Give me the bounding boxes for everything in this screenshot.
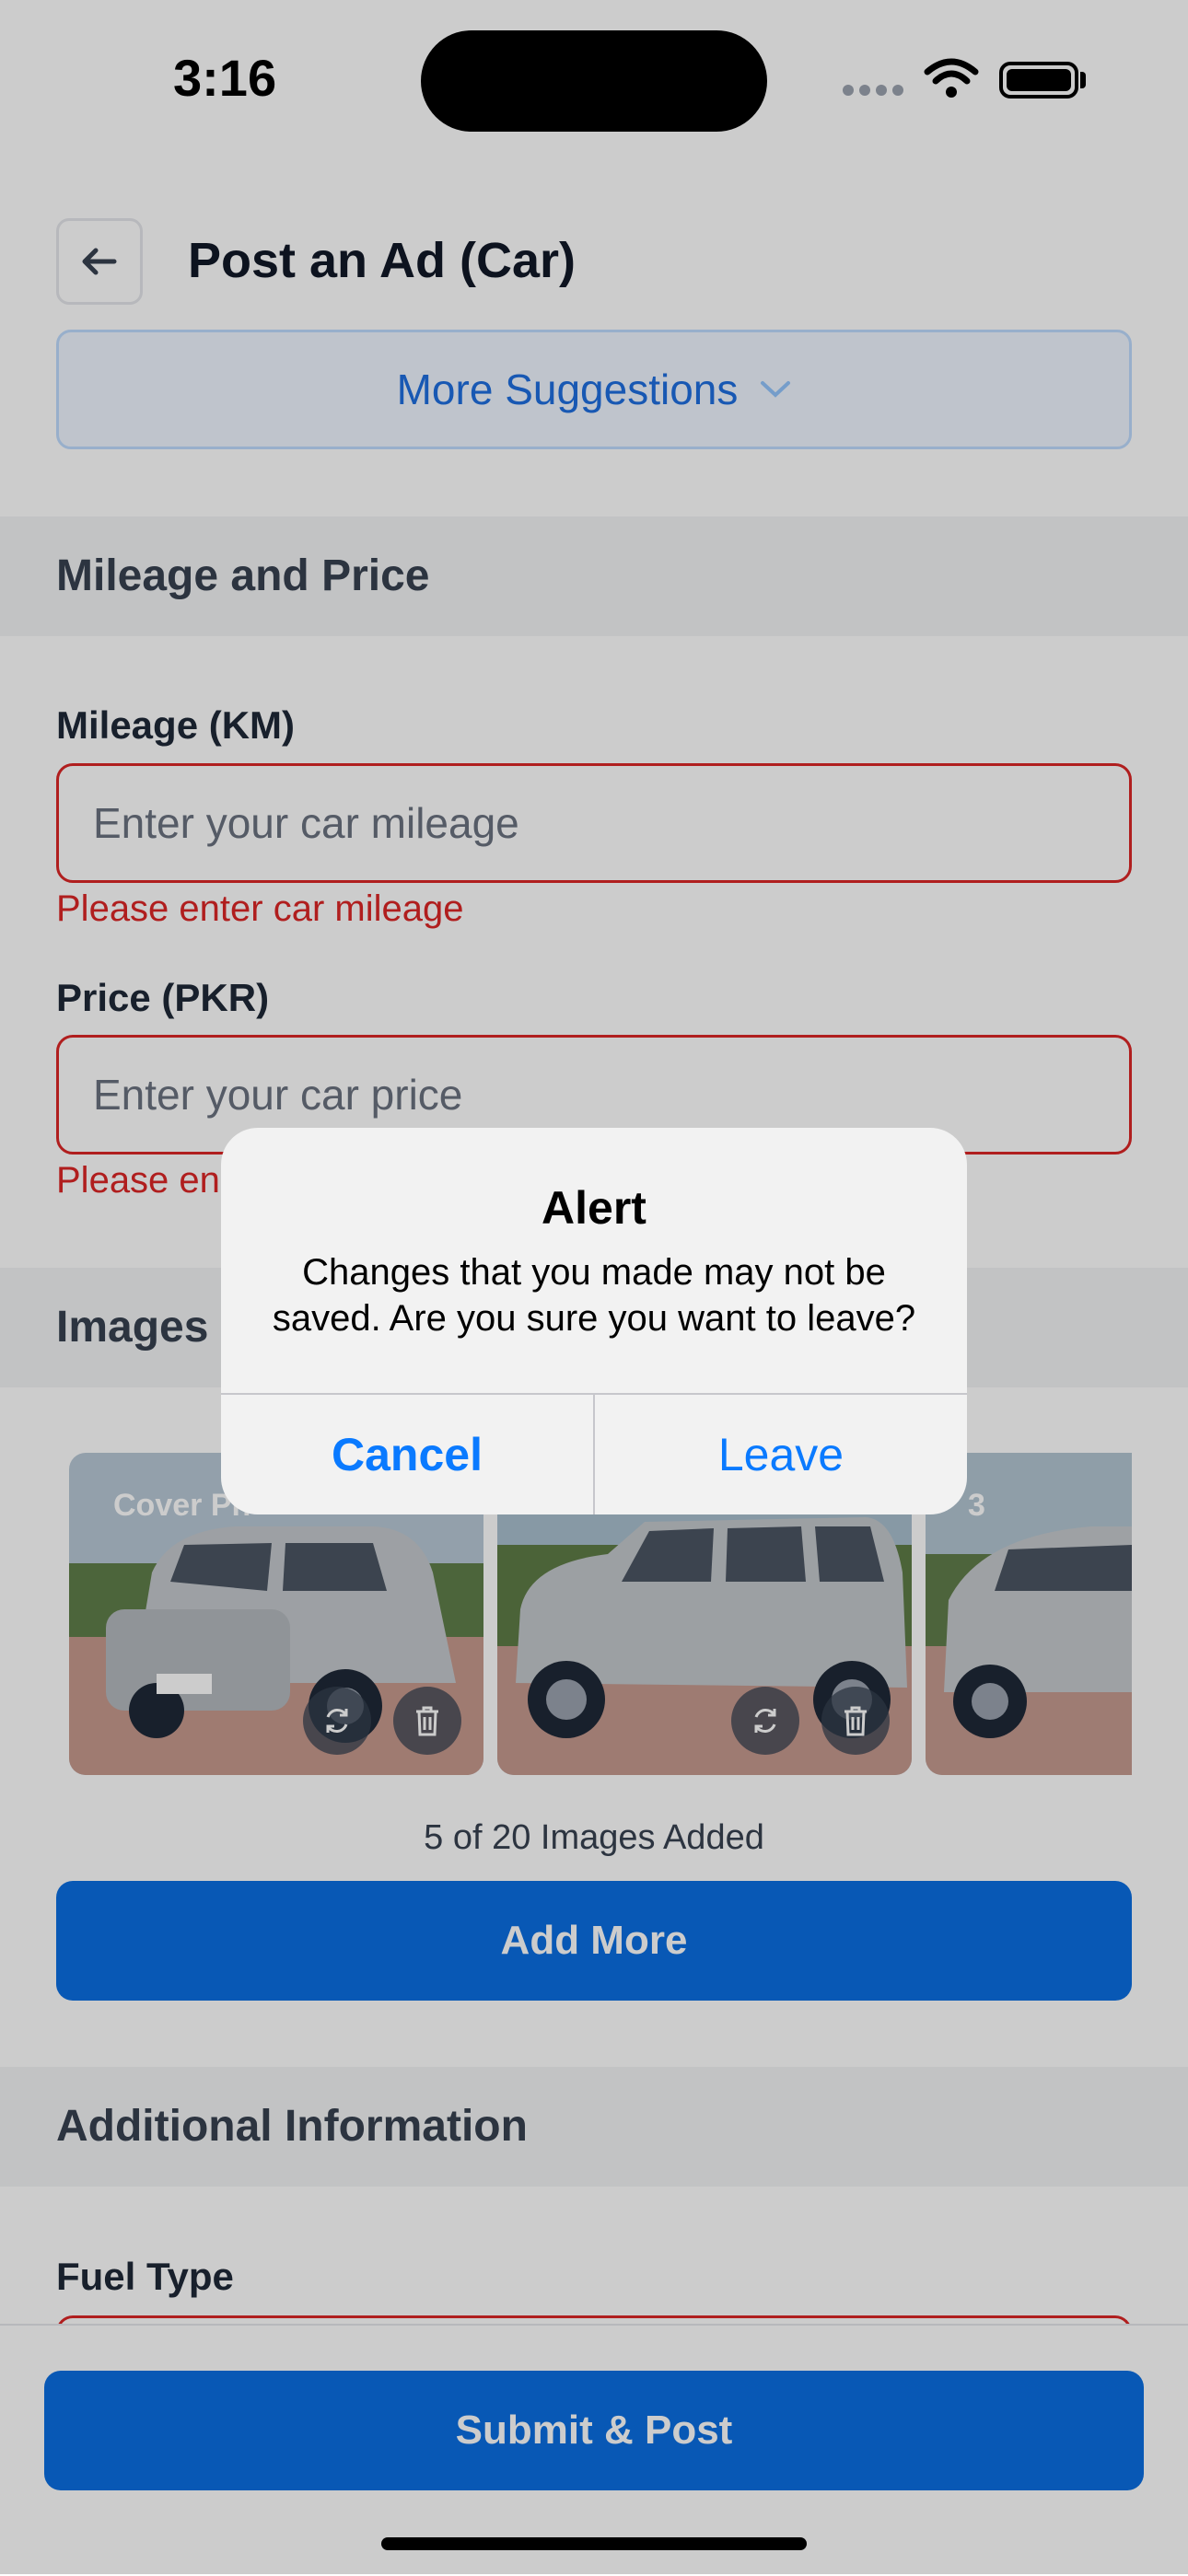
alert-cancel-button[interactable]: Cancel: [221, 1395, 593, 1514]
alert-title: Alert: [542, 1182, 646, 1234]
alert-dialog: Alert Changes that you made may not be s…: [221, 1128, 967, 1514]
alert-message: Changes that you made may not be saved. …: [272, 1252, 916, 1339]
alert-leave-button[interactable]: Leave: [595, 1395, 967, 1514]
